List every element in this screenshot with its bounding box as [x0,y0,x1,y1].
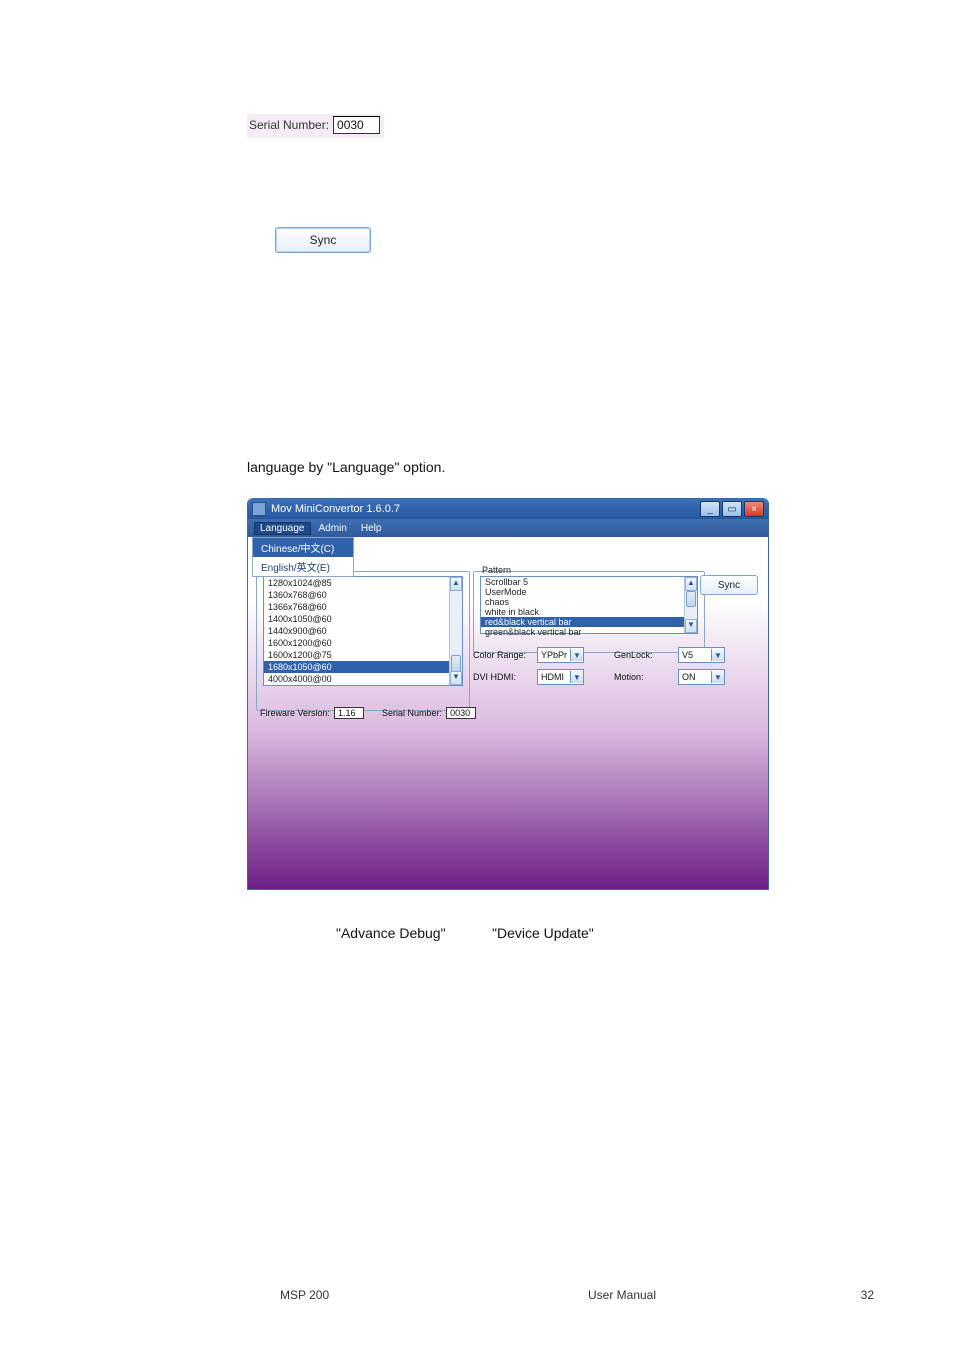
page-footer: MSP 200 User Manual 32 [60,1288,894,1302]
sync-button-label: Sync [310,233,337,247]
serial-number-value[interactable]: 0030 [333,116,380,134]
dvi-hdmi-label: DVI HDMI: [473,672,531,682]
group-pattern: Pattern Scrollbar 5 UserMode chaos white… [473,571,705,653]
titlebar[interactable]: Mov MiniConvertor 1.6.0.7 _ ▭ × [248,499,768,519]
output-format-item[interactable]: 1600x1200@75 [264,649,462,661]
sync-button[interactable]: Sync [275,227,371,253]
output-format-item[interactable]: 1366x768@60 [264,601,462,613]
app-sync-button[interactable]: Sync [700,575,758,595]
output-format-item[interactable]: 4000x4000@00 [264,673,462,685]
serial-number-label: Serial Number: [249,118,329,132]
genlock-label: GenLock: [614,650,672,660]
firmware-line: Fireware Version: 1.16 Serial Number: 00… [260,707,476,719]
group-output-format: Output Format 1280x1024@85 1360x768@60 1… [256,571,470,711]
firmware-version-label: Fireware Version: [260,708,330,718]
chevron-down-icon: ▼ [570,649,583,661]
firmware-sn-label: Serial Number: [382,708,442,718]
scroll-thumb[interactable] [686,591,696,607]
output-format-scrollbar[interactable]: ▲ ▼ [449,577,462,685]
genlock-value: V5 [679,650,711,660]
scroll-up-icon[interactable]: ▲ [450,577,462,591]
dvi-hdmi-value: HDMI [538,672,570,682]
pattern-item[interactable]: green&black vertical bar [481,627,697,637]
body-text-language-line: language by "Language" option. [247,459,445,475]
menubar: Language Admin Help [248,519,768,537]
genlock-combo[interactable]: V5 ▼ [678,647,725,663]
motion-value: ON [679,672,711,682]
motion-combo[interactable]: ON ▼ [678,669,725,685]
app-icon [252,502,266,516]
output-format-item[interactable]: 1400x1050@60 [264,613,462,625]
footer-left: MSP 200 [60,1288,498,1302]
scroll-down-icon[interactable]: ▼ [685,619,697,633]
pattern-listbox[interactable]: Scrollbar 5 UserMode chaos white in blac… [480,576,698,634]
menu-help[interactable]: Help [355,522,388,535]
scroll-down-icon[interactable]: ▼ [450,671,462,685]
firmware-sn-value[interactable]: 0030 [446,707,476,719]
group-pattern-caption: Pattern [480,565,513,575]
chevron-down-icon: ▼ [711,649,724,661]
serial-number-strip: Serial Number: 0030 [247,114,384,138]
menu-admin[interactable]: Admin [313,522,353,535]
window-title: Mov MiniConvertor 1.6.0.7 [271,503,700,515]
pattern-item[interactable]: white in black [481,607,697,617]
motion-label: Motion: [614,672,672,682]
row-controls: Color Range: YPbPr ▼ GenLock: V5 ▼ DVI H… [473,647,725,691]
client-area: Output Format 1280x1024@85 1360x768@60 1… [248,537,768,889]
app-window: Mov MiniConvertor 1.6.0.7 _ ▭ × Language… [247,498,769,890]
output-format-item[interactable]: 1360x768@60 [264,589,462,601]
output-format-item[interactable]: 1280x1024@85 [264,577,462,589]
chevron-down-icon: ▼ [711,671,724,683]
text-advance-debug: "Advance Debug" [336,925,446,941]
menu-language[interactable]: Language [254,522,311,535]
window-maximize-button[interactable]: ▭ [722,501,742,517]
color-range-combo[interactable]: YPbPr ▼ [537,647,584,663]
pattern-item[interactable]: Scrollbar 5 [481,577,697,587]
pattern-scrollbar[interactable]: ▲ ▼ [684,577,697,633]
color-range-value: YPbPr [538,650,570,660]
dvi-hdmi-combo[interactable]: HDMI ▼ [537,669,584,685]
language-option-chinese[interactable]: Chinese/中文(C) [253,538,353,557]
app-sync-button-label: Sync [718,580,740,591]
footer-page-number: 32 [656,1288,894,1302]
pattern-item[interactable]: UserMode [481,587,697,597]
output-format-item[interactable]: 1440x900@60 [264,625,462,637]
language-dropdown: Chinese/中文(C) English/英文(E) [252,537,354,577]
output-format-item-selected[interactable]: 1680x1050@60 [264,661,462,673]
footer-center: User Manual [498,1288,656,1302]
window-minimize-button[interactable]: _ [700,501,720,517]
pattern-item[interactable]: chaos [481,597,697,607]
pattern-item-selected[interactable]: red&black vertical bar [481,617,697,627]
chevron-down-icon: ▼ [570,671,583,683]
language-option-english[interactable]: English/英文(E) [253,557,353,576]
color-range-label: Color Range: [473,650,531,660]
output-format-listbox[interactable]: 1280x1024@85 1360x768@60 1366x768@60 140… [263,576,463,686]
window-close-button[interactable]: × [744,501,764,517]
output-format-item[interactable]: 1600x1200@60 [264,637,462,649]
firmware-version-value[interactable]: 1.16 [334,707,364,719]
text-device-update: "Device Update" [492,925,594,941]
scroll-up-icon[interactable]: ▲ [685,577,697,591]
